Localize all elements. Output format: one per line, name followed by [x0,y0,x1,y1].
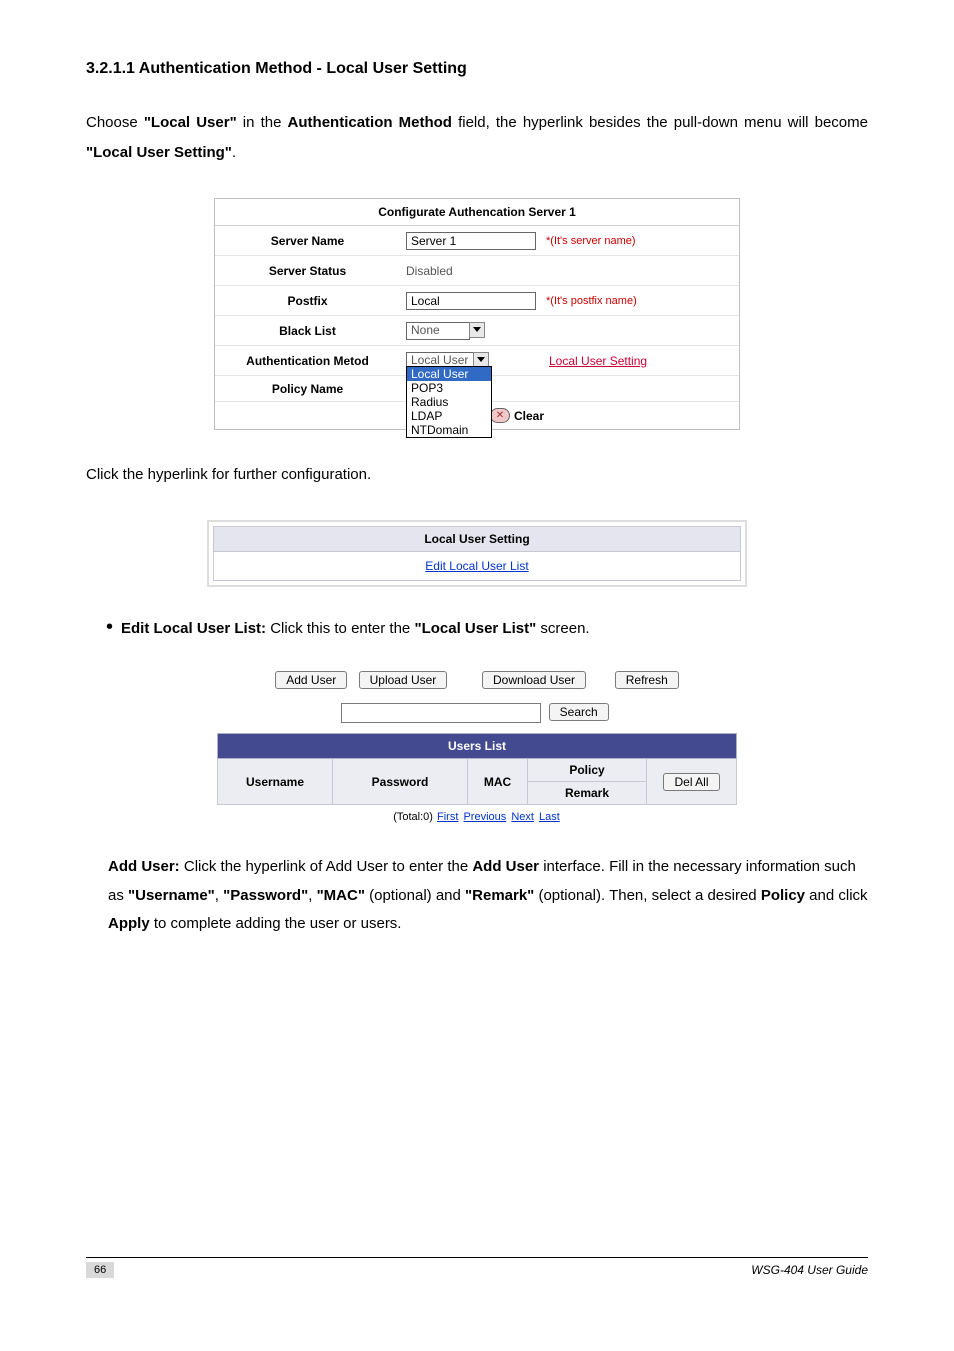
pager-last[interactable]: Last [539,811,560,823]
row-postfix: Postfix Local *(It's postfix name) [215,286,739,316]
bold: Policy [761,887,805,904]
bullet-edit-local-user-list: • Edit Local User List: Click this to en… [106,617,868,641]
row-blacklist: Black List None [215,316,739,346]
intro-frag: . [232,144,236,161]
row-server-name: Server Name Server 1 *(It's server name) [215,226,739,256]
frag: (optional). Then, select a desired [534,887,761,904]
dropdown-option[interactable]: LDAP [407,409,491,423]
bullet-frag: screen. [536,620,589,637]
section-title-text: Authentication Method - Local User Setti… [139,60,467,77]
postfix-input[interactable]: Local [406,292,536,310]
clear-button-label: Clear [514,409,544,423]
clear-button[interactable]: ✕ Clear [490,408,544,423]
bold: "MAC" [317,887,365,904]
server-name-note: *(It's server name) [546,235,636,247]
page-footer: 66 WSG-404 User Guide [86,1257,868,1278]
dropdown-option[interactable]: Radius [407,395,491,409]
add-user-button[interactable]: Add User [275,671,347,689]
bold: "Username" [128,887,215,904]
auth-method-dropdown-list: Local User POP3 Radius LDAP NTDomain [406,366,492,438]
col-username: Username [218,759,333,805]
local-user-setting-link[interactable]: Local User Setting [549,354,647,368]
search-input[interactable] [341,703,541,723]
bullet-bold: "Local User List" [414,620,536,637]
auth-server-config-panel: Configurate Authencation Server 1 Server… [214,198,740,430]
server-name-input[interactable]: Server 1 [406,232,536,250]
frag: and click [805,887,868,904]
close-icon: ✕ [490,408,510,423]
mid-paragraph: Click the hyperlink for further configur… [86,460,868,490]
frag: (optional) and [365,887,465,904]
users-table: Users List Username Password MAC Policy … [217,733,737,805]
bullet-icon: • [106,617,113,641]
table-title: Users List [218,734,737,759]
upload-user-button[interactable]: Upload User [359,671,448,689]
bold: Apply [108,915,150,932]
pager: (Total:0) First Previous Next Last [217,811,737,823]
bold: Add User [472,858,539,875]
bold: "Remark" [465,887,534,904]
frag: to complete adding the user or users. [150,915,402,932]
page-number: 66 [86,1262,114,1278]
chevron-down-icon[interactable] [469,322,485,338]
guide-name: WSG-404 User Guide [751,1263,868,1277]
label-auth-method: Authentication Metod [215,350,400,372]
local-user-setting-panel: Local User Setting Edit Local User List [207,520,747,587]
users-list-panel: Add User Upload User Download User Refre… [217,671,737,823]
postfix-note: *(It's postfix name) [546,295,637,307]
add-user-paragraph: Add User: Click the hyperlink of Add Use… [108,853,868,939]
add-user-lead: Add User: [108,858,180,875]
col-policy: Policy [528,759,647,782]
frag: Click the hyperlink of Add User to enter… [180,858,473,875]
dropdown-option[interactable]: NTDomain [407,423,491,437]
intro-bold: "Local User" [144,114,237,131]
pager-total: (Total:0) [393,811,433,823]
edit-local-user-list-link[interactable]: Edit Local User List [425,559,528,573]
panel-title: Local User Setting [214,527,740,552]
row-server-status: Server Status Disabled [215,256,739,286]
label-blacklist: Black List [215,320,400,342]
intro-bold: "Local User Setting" [86,144,232,161]
col-password: Password [333,759,468,805]
pager-first[interactable]: First [437,811,458,823]
pager-next[interactable]: Next [511,811,534,823]
server-status-value: Disabled [406,264,453,278]
label-server-name: Server Name [215,230,400,252]
bullet-frag: Click this to enter the [266,620,414,637]
bullet-lead: Edit Local User List: [121,620,266,637]
intro-frag: field, the hyperlink besides the pull-do… [452,114,868,131]
intro-frag: in the [237,114,288,131]
del-all-button[interactable]: Del All [663,773,719,791]
users-toolbar: Add User Upload User Download User Refre… [217,671,737,689]
dropdown-option[interactable]: Local User [407,367,491,381]
refresh-button[interactable]: Refresh [615,671,679,689]
bold: "Password" [223,887,308,904]
section-heading: 3.2.1.1 Authentication Method - Local Us… [86,60,868,78]
intro-paragraph: Choose "Local User" in the Authenticatio… [86,108,868,168]
intro-frag: Choose [86,114,144,131]
label-server-status: Server Status [215,260,400,282]
label-postfix: Postfix [215,290,400,312]
label-policy-name: Policy Name [215,378,400,400]
row-auth-method: Authentication Metod Local User Local Us… [215,346,739,376]
col-mac: MAC [468,759,528,805]
search-button[interactable]: Search [549,703,609,721]
dropdown-option[interactable]: POP3 [407,381,491,395]
intro-bold: Authentication Method [288,114,452,131]
download-user-button[interactable]: Download User [482,671,586,689]
search-bar: Search [217,703,737,723]
frag: , [308,887,316,904]
frag: , [215,887,223,904]
pager-previous[interactable]: Previous [463,811,506,823]
col-remark: Remark [528,782,647,805]
blacklist-select[interactable]: None [406,322,470,340]
panel-title: Configurate Authencation Server 1 [215,199,739,226]
section-number: 3.2.1.1 [86,60,135,77]
